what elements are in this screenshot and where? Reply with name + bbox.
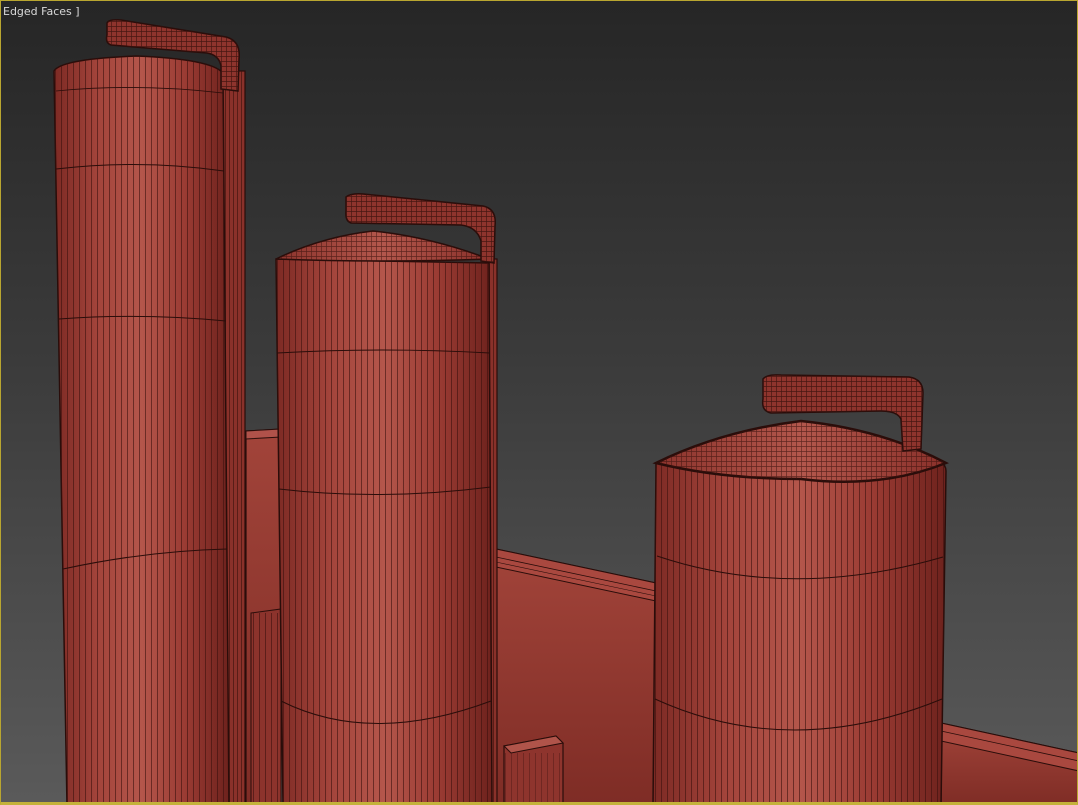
silo-right <box>652 374 949 802</box>
silo-middle <box>275 193 498 802</box>
scene-render <box>53 19 1077 802</box>
base-wall-right <box>940 722 1077 802</box>
base-wall-left <box>245 428 282 802</box>
silo-left <box>53 19 246 802</box>
viewport-shading-label[interactable]: Edged Faces ] <box>3 5 80 18</box>
base-wall-middle <box>495 548 657 802</box>
3d-viewport[interactable]: Edged Faces ] <box>0 0 1078 805</box>
